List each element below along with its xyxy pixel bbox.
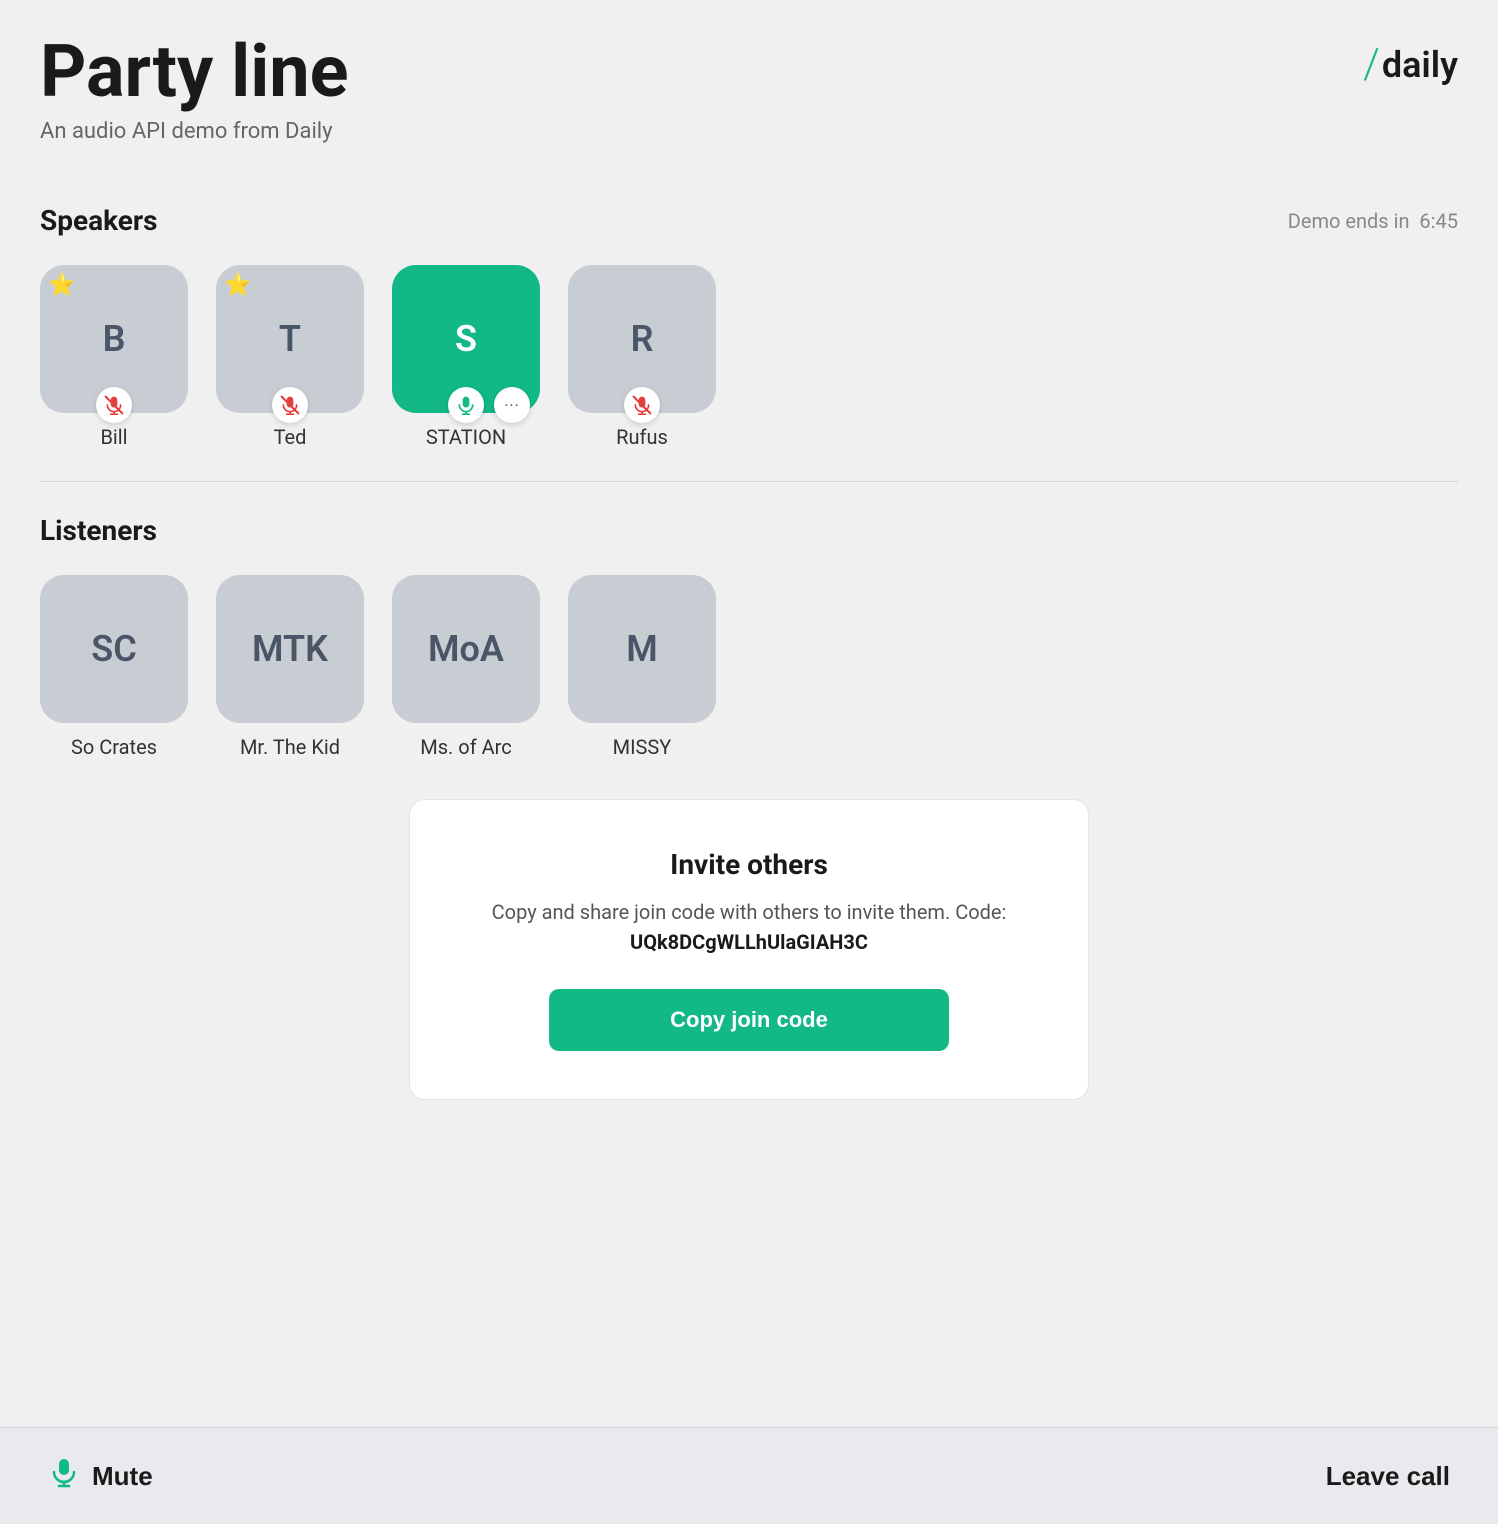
speaker-avatar-wrapper-rufus: R bbox=[568, 265, 716, 413]
header-left: Party line An audio API demo from Daily bbox=[40, 32, 349, 144]
invite-code: UQk8DCgWLLhUlaGIAH3C bbox=[630, 930, 868, 954]
listener-name-so-crates: So Crates bbox=[71, 735, 157, 759]
mic-indicator-station bbox=[448, 387, 484, 423]
listener-avatar-missy: M bbox=[568, 575, 716, 723]
header: Party line An audio API demo from Daily … bbox=[40, 32, 1458, 144]
bottom-bar: Mute Leave call bbox=[0, 1427, 1498, 1524]
logo: / daily bbox=[1363, 40, 1458, 89]
page-title: Party line bbox=[40, 32, 349, 111]
speaker-name-station: STATION bbox=[426, 425, 506, 449]
listener-card-mr-the-kid: MTK Mr. The Kid bbox=[216, 575, 364, 759]
speaker-card-rufus: R Rufus bbox=[568, 265, 716, 449]
listener-card-missy: M MISSY bbox=[568, 575, 716, 759]
listeners-grid: SCSo CratesMTKMr. The KidMoAMs. of ArcMM… bbox=[40, 575, 1458, 759]
demo-timer: Demo ends in 6:45 bbox=[1288, 209, 1458, 233]
logo-slash: / bbox=[1363, 40, 1380, 89]
speaker-card-ted: T⭐ Ted bbox=[216, 265, 364, 449]
section-divider bbox=[40, 481, 1458, 482]
listener-avatar-ms-of-arc: MoA bbox=[392, 575, 540, 723]
listener-avatar-wrapper-so-crates: SC bbox=[40, 575, 188, 723]
listener-avatar-wrapper-mr-the-kid: MTK bbox=[216, 575, 364, 723]
listener-avatar-mr-the-kid: MTK bbox=[216, 575, 364, 723]
listener-card-ms-of-arc: MoA Ms. of Arc bbox=[392, 575, 540, 759]
listener-avatar-wrapper-ms-of-arc: MoA bbox=[392, 575, 540, 723]
speakers-title: Speakers bbox=[40, 204, 158, 237]
listener-name-missy: MISSY bbox=[613, 735, 672, 759]
mic-indicator-ted bbox=[272, 387, 308, 423]
more-indicator-station[interactable]: ··· bbox=[494, 387, 530, 423]
speaker-card-station: S ··· STATION bbox=[392, 265, 540, 449]
speakers-grid: B⭐ BillT⭐ TedS ···STATIONR Rufus bbox=[40, 265, 1458, 449]
speaker-avatar-wrapper-bill: B⭐ bbox=[40, 265, 188, 413]
logo-text: daily bbox=[1382, 44, 1458, 86]
listener-name-ms-of-arc: Ms. of Arc bbox=[420, 735, 511, 759]
listeners-title: Listeners bbox=[40, 514, 157, 547]
speakers-section: Speakers Demo ends in 6:45 B⭐ BillT⭐ Ted… bbox=[40, 204, 1458, 449]
speakers-section-header: Speakers Demo ends in 6:45 bbox=[40, 204, 1458, 237]
speaker-avatar-wrapper-ted: T⭐ bbox=[216, 265, 364, 413]
mute-button[interactable]: Mute bbox=[48, 1456, 153, 1496]
listener-name-mr-the-kid: Mr. The Kid bbox=[240, 735, 340, 759]
copy-join-code-button[interactable]: Copy join code bbox=[549, 989, 949, 1051]
invite-title: Invite others bbox=[470, 848, 1028, 881]
page-subtitle: An audio API demo from Daily bbox=[40, 119, 349, 144]
speaker-name-rufus: Rufus bbox=[616, 425, 668, 449]
speaker-avatar-wrapper-station: S ··· bbox=[392, 265, 540, 413]
listener-card-so-crates: SC So Crates bbox=[40, 575, 188, 759]
speaker-card-bill: B⭐ Bill bbox=[40, 265, 188, 449]
listeners-section: Listeners SC So Crates MTK Mr. The Kid MoA Ms… bbox=[40, 514, 1458, 759]
listener-avatar-wrapper-missy: M bbox=[568, 575, 716, 723]
microphone-icon bbox=[48, 1456, 80, 1496]
speaker-name-ted: Ted bbox=[274, 425, 307, 449]
leave-call-button[interactable]: Leave call bbox=[1326, 1461, 1450, 1492]
star-badge: ⭐ bbox=[48, 273, 75, 298]
mic-indicator-bill bbox=[96, 387, 132, 423]
invite-card: Invite others Copy and share join code w… bbox=[409, 799, 1089, 1100]
mic-indicator-rufus bbox=[624, 387, 660, 423]
listener-avatar-so-crates: SC bbox=[40, 575, 188, 723]
star-badge: ⭐ bbox=[224, 273, 251, 298]
speaker-name-bill: Bill bbox=[100, 425, 127, 449]
invite-description: Copy and share join code with others to … bbox=[470, 897, 1028, 957]
listeners-section-header: Listeners bbox=[40, 514, 1458, 547]
mute-label: Mute bbox=[92, 1461, 153, 1492]
